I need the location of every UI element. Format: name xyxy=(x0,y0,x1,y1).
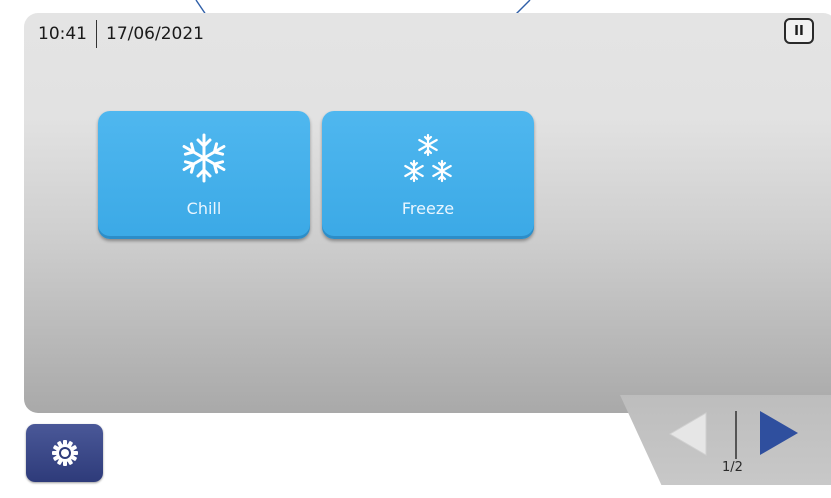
gear-icon xyxy=(51,440,78,466)
date-display: 17/06/2021 xyxy=(106,24,204,44)
settings-button[interactable] xyxy=(26,424,103,482)
triangle-right-icon xyxy=(760,411,798,455)
page-indicator: 1/2 xyxy=(722,460,743,475)
pager-divider xyxy=(735,411,737,459)
freeze-button[interactable]: Freeze xyxy=(322,111,534,239)
pause-button[interactable]: II xyxy=(784,18,814,44)
triangle-left-icon xyxy=(669,412,707,456)
pause-icon: II xyxy=(794,23,804,39)
chill-button[interactable]: Chill xyxy=(98,111,310,239)
device-screen: 10:41 17/06/2021 II Chill Freeze 1/2 xyxy=(0,0,831,498)
status-bar: 10:41 17/06/2021 xyxy=(38,20,204,48)
freeze-label: Freeze xyxy=(401,199,455,218)
prev-page-button[interactable] xyxy=(666,411,712,457)
time-date-divider xyxy=(96,20,97,48)
snowflake-icon xyxy=(98,131,310,185)
next-page-button[interactable] xyxy=(756,409,802,457)
three-snowflakes-icon xyxy=(322,131,534,187)
chill-label: Chill xyxy=(186,199,222,218)
time-display: 10:41 xyxy=(38,24,87,44)
